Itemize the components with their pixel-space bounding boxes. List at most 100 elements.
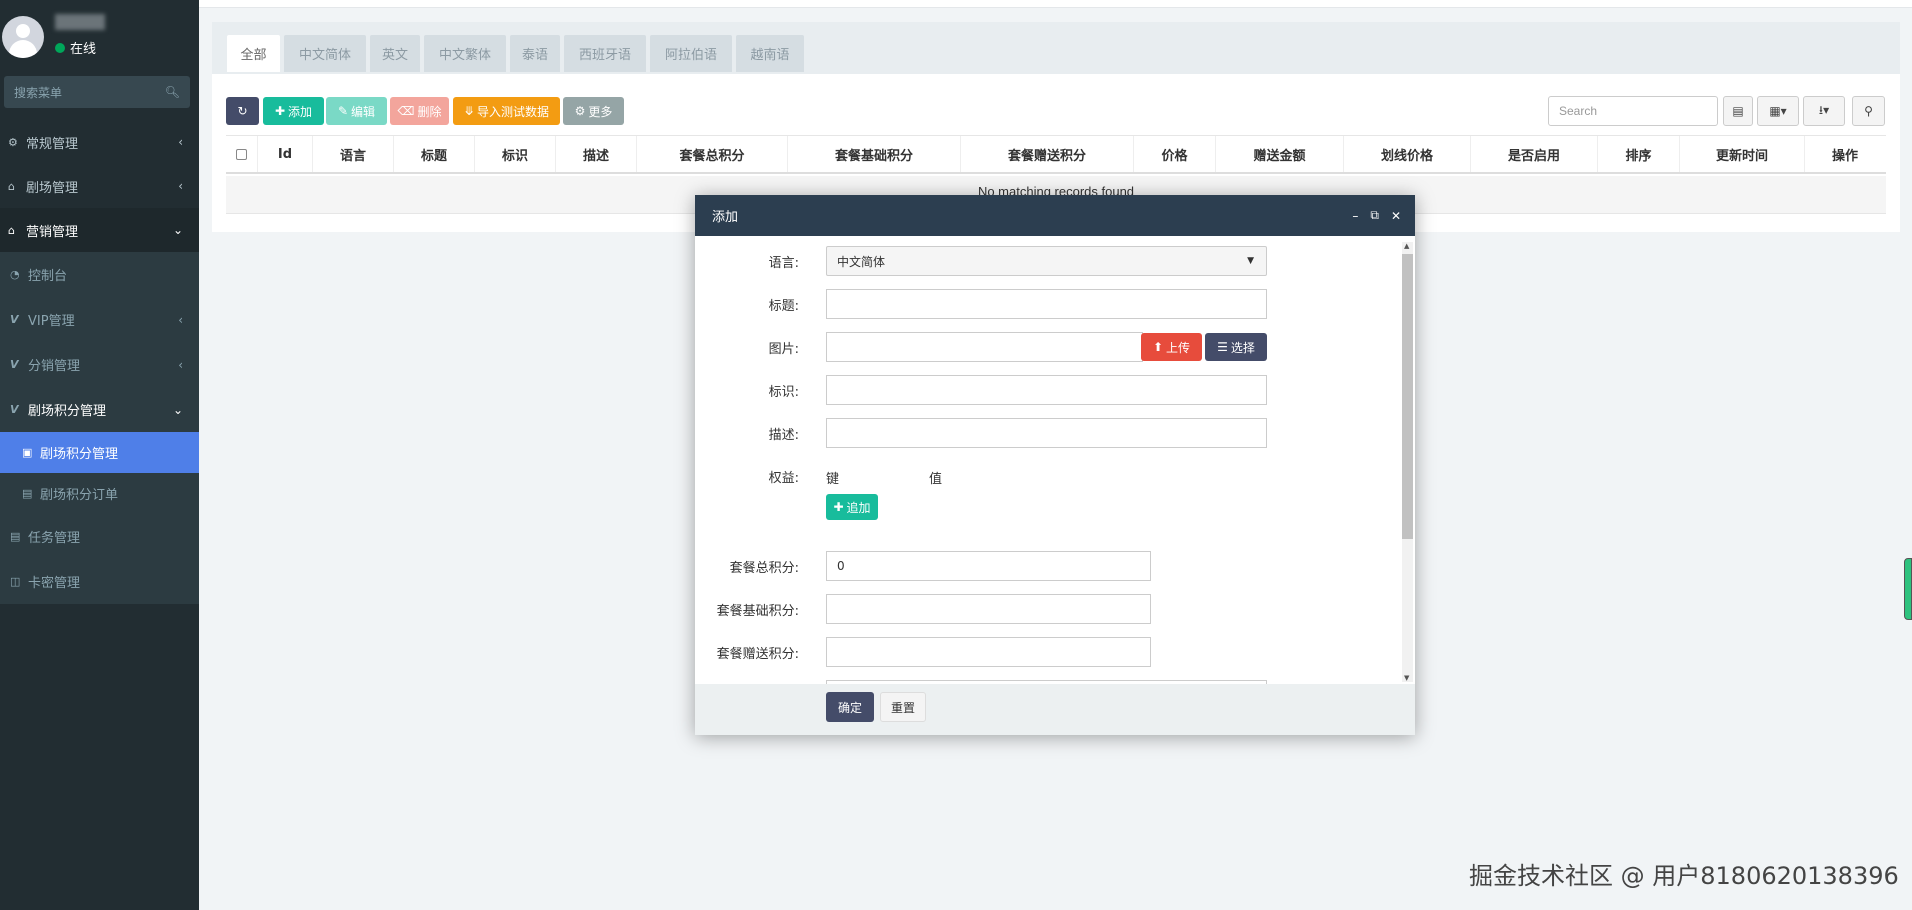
minimize-icon[interactable]: – (1352, 209, 1358, 223)
column-header[interactable]: 是否启用 (1471, 136, 1598, 172)
column-header[interactable]: 套餐基础积分 (788, 136, 961, 172)
sidebar-item-label: 剧场管理 (26, 180, 79, 196)
tab-vietnamese[interactable]: 越南语 (736, 35, 804, 72)
column-header[interactable]: 描述 (556, 136, 637, 172)
base-points-input[interactable] (826, 594, 1151, 624)
close-icon[interactable]: ✕ (1391, 209, 1401, 223)
sidebar-item-label: 剧场积分管理 (28, 404, 107, 419)
sidebar-item-distribution[interactable]: V 分销管理 ‹ (0, 342, 199, 387)
rights-label: 权益: (768, 471, 799, 486)
image-input[interactable] (826, 332, 1143, 362)
base-points-label: 套餐基础积分: (716, 604, 799, 619)
title-label: 标题: (768, 299, 799, 314)
column-header[interactable]: 标题 (394, 136, 475, 172)
sidebar-item-label: 控制台 (28, 269, 68, 284)
append-button[interactable]: ✚ 追加 (826, 494, 878, 520)
reset-button[interactable]: 重置 (880, 692, 926, 722)
column-header[interactable]: 划线价格 (1344, 136, 1471, 172)
add-modal: 添加 – ⧉ ✕ 语言: 中文简体 ▼ 标题: 图片: ⬆ 上传 ☰ 选择 标识: … (695, 195, 1415, 735)
description-input[interactable] (826, 418, 1267, 448)
choose-button[interactable]: ☰ 选择 (1205, 333, 1267, 361)
vimeo-icon: V (10, 358, 19, 371)
refresh-button[interactable]: ↻ (226, 97, 259, 125)
advanced-search-button[interactable]: ⚲ (1852, 96, 1885, 126)
export-dropdown[interactable]: ⭳▾ (1803, 96, 1845, 126)
column-header[interactable]: 更新时间 (1680, 136, 1805, 172)
import-test-data-button[interactable]: ⤋ 导入测试数据 (453, 97, 560, 125)
total-points-value: 0 (837, 559, 845, 573)
column-header[interactable]: 排序 (1598, 136, 1680, 172)
delete-button[interactable]: ⌫ 删除 (390, 97, 449, 125)
home-icon: ⌂ (8, 179, 15, 193)
column-header[interactable]: 操作 (1805, 136, 1885, 172)
sidebar-item-general[interactable]: ⚙ 常规管理 ‹ (0, 120, 199, 164)
add-label: 添加 (288, 104, 313, 119)
tab-english[interactable]: 英文 (370, 35, 420, 72)
status-text: 在线 (70, 42, 97, 57)
confirm-button[interactable]: 确定 (826, 692, 874, 722)
more-button[interactable]: ⚙ 更多 (563, 97, 624, 125)
title-input[interactable] (826, 289, 1267, 319)
home-icon: ⌂ (8, 223, 15, 237)
column-header[interactable]: 套餐总积分 (637, 136, 788, 172)
upload-button[interactable]: ⬆ 上传 (1141, 333, 1202, 361)
tab-arabic[interactable]: 阿拉伯语 (650, 35, 732, 72)
maximize-icon[interactable]: ⧉ (1370, 208, 1379, 223)
column-header[interactable]: Id (258, 136, 313, 172)
column-header[interactable]: 价格 (1134, 136, 1216, 172)
mark-label: 标识: (768, 385, 799, 400)
tab-all[interactable]: 全部 (227, 35, 280, 72)
sidebar-item-theater[interactable]: ⌂ 剧场管理 ‹ (0, 164, 199, 208)
total-points-input[interactable]: 0 (826, 551, 1151, 581)
plus-icon: ✚ (274, 104, 286, 118)
column-header[interactable]: 标识 (475, 136, 556, 172)
select-all-checkbox-cell[interactable] (226, 136, 258, 172)
sidebar-item-marketing[interactable]: ⌂ 营销管理 ⌄ (0, 208, 199, 252)
table-search-input[interactable]: Search (1548, 96, 1718, 126)
columns-dropdown[interactable]: ▦▾ (1757, 96, 1799, 126)
table-icon: ▤ (1732, 104, 1744, 118)
sidebar-item-tasks[interactable]: ▤ 任务管理 (0, 514, 199, 559)
sidebar-item-console[interactable]: ◔ 控制台 (0, 252, 199, 297)
sidebar-search-input[interactable]: 搜索菜单 (14, 84, 165, 101)
scroll-up-icon[interactable]: ▲ (1404, 242, 1409, 250)
mark-input[interactable] (826, 375, 1267, 405)
column-header[interactable]: 套餐赠送积分 (961, 136, 1134, 172)
delete-label: 删除 (417, 104, 442, 119)
caret-down-icon: ▼ (1247, 256, 1254, 266)
edit-button[interactable]: ✎ 编辑 (326, 97, 387, 125)
modal-scrollbar[interactable]: ▲ ▼ (1402, 242, 1413, 682)
choose-label: 选择 (1230, 340, 1255, 355)
sidebar-item-cards[interactable]: ◫ 卡密管理 (0, 559, 199, 604)
language-tabs: 全部 中文简体 英文 中文繁体 泰语 西班牙语 阿拉伯语 越南语 (212, 22, 1900, 74)
modal-footer: 确定 重置 (695, 684, 1415, 735)
gift-points-input[interactable] (826, 637, 1151, 667)
scrollbar-thumb[interactable] (1402, 254, 1413, 539)
tab-zh-hant[interactable]: 中文繁体 (424, 35, 506, 72)
tab-thai[interactable]: 泰语 (510, 35, 560, 72)
tab-spanish[interactable]: 西班牙语 (564, 35, 646, 72)
user-panel: admin 在线 (0, 0, 199, 76)
language-select[interactable]: 中文简体 ▼ (826, 246, 1267, 276)
sidebar-item-label: 常规管理 (26, 136, 79, 152)
column-header[interactable]: 语言 (313, 136, 394, 172)
sidebar-item-points[interactable]: V 剧场积分管理 ⌄ (0, 387, 199, 432)
marketing-submenu: ◔ 控制台 V VIP管理 ‹ V 分销管理 ‹ V 剧场积分管理 ⌄ ▣ 剧场… (0, 252, 199, 604)
search-icon[interactable]: 🔍︎ (165, 85, 180, 99)
table-view-toggle[interactable]: ▤ (1723, 96, 1753, 126)
tab-zh-hans[interactable]: 中文简体 (284, 35, 366, 72)
sidebar-item-label: 卡密管理 (28, 576, 81, 591)
description-label: 描述: (768, 428, 799, 443)
user-status: 在线 (55, 38, 96, 57)
scroll-down-icon[interactable]: ▼ (1404, 674, 1409, 682)
floating-edge-widget[interactable] (1904, 558, 1912, 620)
plus-icon: ✚ (833, 500, 844, 514)
gift-points-label: 套餐赠送积分: (716, 647, 799, 662)
select-all-checkbox[interactable] (236, 148, 247, 160)
sidebar-item-vip[interactable]: V VIP管理 ‹ (0, 297, 199, 342)
add-button[interactable]: ✚ 添加 (263, 97, 324, 125)
sidebar-search[interactable]: 搜索菜单 🔍︎ (4, 76, 190, 108)
column-header[interactable]: 赠送金额 (1216, 136, 1344, 172)
sidebar-item-points-manage[interactable]: ▣ 剧场积分管理 (0, 432, 199, 473)
sidebar-item-points-orders[interactable]: ▤ 剧场积分订单 (0, 473, 199, 514)
